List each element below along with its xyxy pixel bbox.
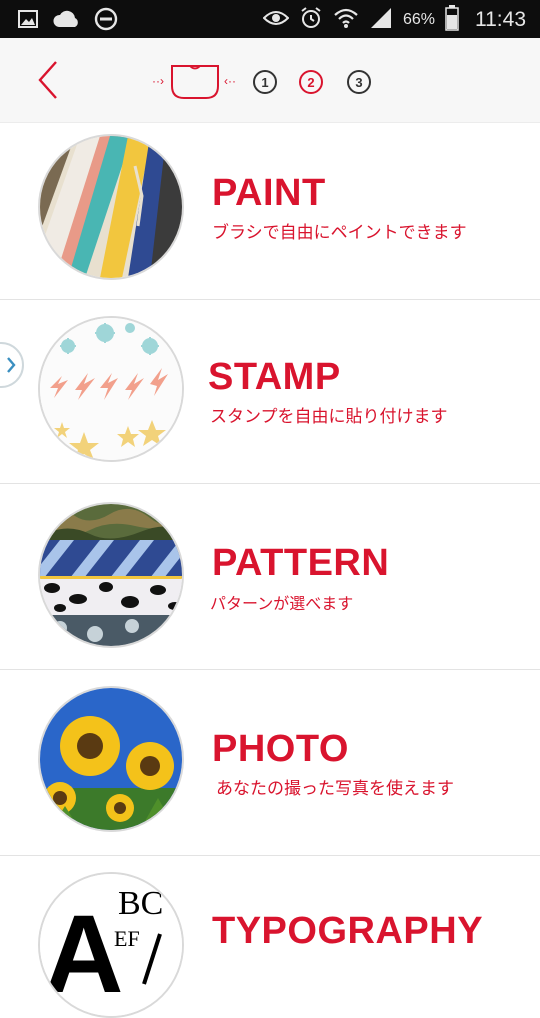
design-type-list: PAINT ブラシで自由にペイントできます STAMP スタンプを自由に貼り付け… [0, 122, 540, 1018]
typography-thumbnail: A BC EF [38, 872, 184, 1018]
item-title: PHOTO [212, 728, 349, 770]
list-item-typography[interactable]: A BC EF TYPOGRAPHY [0, 856, 540, 1018]
app-header: ··› ‹·· 1 2 3 [0, 38, 540, 123]
item-title: STAMP [208, 356, 341, 398]
step-3[interactable]: 3 [347, 70, 371, 94]
step-1[interactable]: 1 [253, 70, 277, 94]
item-description: ブラシで自由にペイントできます [212, 223, 467, 243]
signal-icon [369, 7, 393, 33]
svg-text:EF: EF [114, 926, 140, 951]
svg-text:‹··: ‹·· [224, 74, 236, 88]
item-title: PATTERN [212, 542, 390, 584]
pattern-thumbnail [38, 502, 184, 648]
chevron-right-icon [7, 357, 16, 373]
cloud-icon [52, 9, 80, 33]
battery-percent: 66% [402, 11, 435, 28]
svg-text:A: A [44, 893, 123, 1016]
item-description: あなたの撮った写真を使えます [216, 779, 454, 799]
step-2[interactable]: 2 [299, 70, 323, 94]
list-item-pattern[interactable]: PATTERN パターンが選べます [0, 484, 540, 670]
item-title: TYPOGRAPHY [212, 910, 484, 952]
status-bar: 66% 11:43 [0, 0, 540, 38]
item-description: スタンプを自由に貼り付けます [210, 407, 448, 427]
photo-thumbnail [38, 686, 184, 832]
battery-icon [445, 5, 459, 35]
back-button[interactable] [30, 60, 66, 100]
stamp-thumbnail [38, 316, 184, 462]
list-item-photo[interactable]: PHOTO あなたの撮った写真を使えます [0, 670, 540, 856]
alarm-icon [299, 6, 323, 34]
item-title: PAINT [212, 172, 326, 214]
paint-thumbnail [38, 134, 184, 280]
image-icon [18, 9, 38, 33]
item-description: パターンが選べます [210, 594, 354, 613]
item-outline-icon: ··› ‹·· [152, 65, 236, 99]
eye-icon [262, 9, 290, 31]
svg-text:··›: ··› [152, 74, 164, 88]
clock: 11:43 [475, 8, 526, 31]
chevron-left-icon [38, 61, 57, 99]
svg-text:BC: BC [118, 885, 163, 922]
wifi-icon [333, 7, 359, 33]
list-item-paint[interactable]: PAINT ブラシで自由にペイントできます [0, 122, 540, 300]
do-not-disturb-icon [94, 7, 118, 35]
step-progress: ··› ‹·· 1 2 3 [150, 60, 380, 100]
list-item-stamp[interactable]: STAMP スタンプを自由に貼り付けます [0, 300, 540, 484]
